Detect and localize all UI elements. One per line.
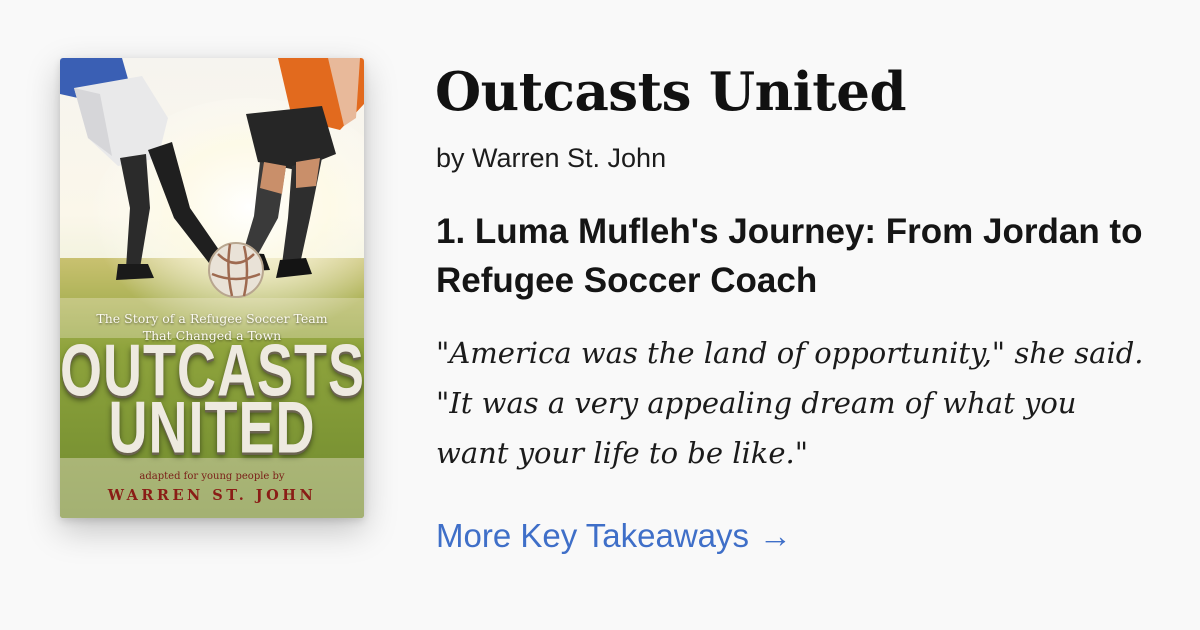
takeaway-quote: "America was the land of opportunity," s…	[436, 336, 1144, 470]
book-title: Outcasts United	[435, 61, 907, 123]
more-key-takeaways-link[interactable]: More Key Takeaways →	[436, 514, 792, 558]
cover-adapted-note: adapted for young people by	[139, 471, 285, 482]
more-key-takeaways-label: More Key Takeaways	[436, 517, 750, 554]
book-cover: The Story of a Refugee Soccer Team That …	[60, 58, 364, 518]
arrow-right-icon: →	[759, 517, 793, 554]
takeaway-heading: 1. Luma Mufleh's Journey: From Jordan to…	[436, 212, 1143, 300]
cover-title-line2: UNITED	[108, 387, 316, 469]
cover-subtitle-line1: The Story of a Refugee Soccer Team	[96, 311, 328, 326]
cover-author: WARREN ST. JOHN	[107, 487, 317, 504]
book-byline: by Warren St. John	[436, 143, 667, 173]
